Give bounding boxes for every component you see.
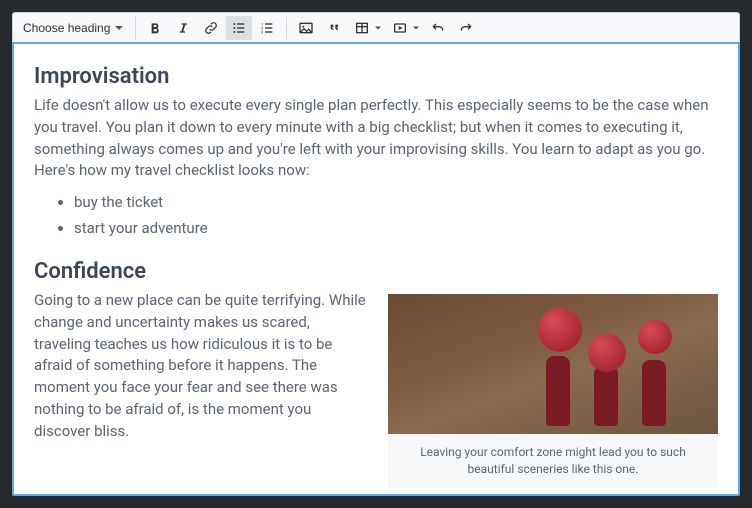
figure[interactable]: Leaving your comfort zone might lead you…: [388, 294, 718, 488]
figure-image[interactable]: [388, 294, 718, 434]
heading-dropdown[interactable]: Choose heading: [17, 16, 136, 40]
monk-figure: [594, 366, 618, 426]
italic-icon: [175, 20, 191, 36]
list-item[interactable]: buy the ticket: [74, 190, 718, 216]
bulleted-list-icon: [231, 20, 247, 36]
redo-icon: [458, 20, 474, 36]
undo-button[interactable]: [425, 16, 451, 40]
heading-select[interactable]: Choose heading: [17, 16, 129, 40]
image-icon: [298, 20, 314, 36]
link-button[interactable]: [198, 16, 224, 40]
table-dropdown[interactable]: [349, 16, 385, 40]
blockquote-button[interactable]: [321, 16, 347, 40]
numbered-list-button[interactable]: 123: [254, 16, 280, 40]
figure-caption[interactable]: Leaving your comfort zone might lead you…: [388, 434, 718, 482]
umbrella-icon: [588, 334, 626, 372]
italic-button[interactable]: [170, 16, 196, 40]
checklist[interactable]: buy the ticket start your adventure: [34, 190, 718, 241]
monk-figure: [546, 356, 570, 426]
table-icon: [354, 20, 370, 36]
numbered-list-icon: 123: [259, 20, 275, 36]
quote-icon: [326, 20, 342, 36]
svg-text:3: 3: [261, 29, 263, 34]
bold-button[interactable]: [142, 16, 168, 40]
umbrella-icon: [638, 320, 672, 354]
bold-icon: [147, 20, 163, 36]
redo-button[interactable]: [453, 16, 479, 40]
link-icon: [203, 20, 219, 36]
list-item[interactable]: start your adventure: [74, 216, 718, 242]
image-button[interactable]: [293, 16, 319, 40]
toolbar: Choose heading 123: [13, 13, 739, 43]
paragraph-improvisation[interactable]: Life doesn't allow us to execute every s…: [34, 95, 718, 182]
bulleted-list-button[interactable]: [226, 16, 252, 40]
separator: [286, 17, 287, 39]
undo-icon: [430, 20, 446, 36]
editor-window: Choose heading 123: [12, 12, 740, 496]
editor-content[interactable]: Improvisation Life doesn't allow us to e…: [12, 42, 740, 496]
monk-figure: [642, 360, 666, 426]
heading-confidence[interactable]: Confidence: [34, 259, 718, 284]
heading-improvisation[interactable]: Improvisation: [34, 64, 718, 89]
umbrella-icon: [538, 308, 582, 352]
media-dropdown[interactable]: [387, 16, 423, 40]
media-icon: [392, 20, 408, 36]
